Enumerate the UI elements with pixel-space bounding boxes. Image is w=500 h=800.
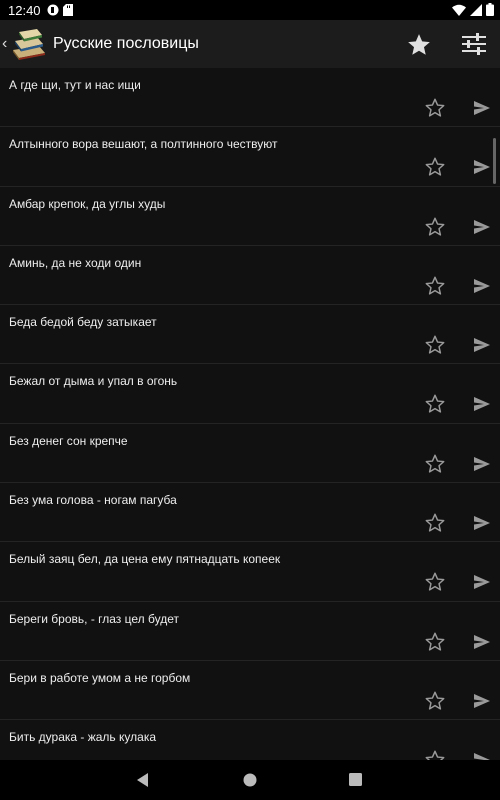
proverb-text: Беда бедой беду затыкает xyxy=(9,315,157,330)
proverb-text: Белый заяц бел, да цена ему пятнадцать к… xyxy=(9,552,281,567)
proverb-text: Алтынного вора вешают, а полтинного чест… xyxy=(9,137,278,152)
status-bar: 12:40 xyxy=(0,0,500,20)
proverb-text: Без ума голова - ногам пагуба xyxy=(9,493,177,508)
send-share-icon[interactable] xyxy=(473,574,491,590)
proverb-text: Бить дурака - жаль кулака xyxy=(9,730,156,745)
favorite-star-outline-icon[interactable] xyxy=(424,571,446,593)
screen: 12:40 ‹ Русские пословицы А где щи, тут … xyxy=(0,0,500,800)
send-share-icon[interactable] xyxy=(473,337,491,353)
send-share-icon[interactable] xyxy=(473,456,491,472)
send-share-icon[interactable] xyxy=(473,634,491,650)
app-notification-icon xyxy=(47,4,59,16)
app-title: Русские пословицы xyxy=(53,35,199,52)
proverb-text: Береги бровь, - глаз цел будет xyxy=(9,611,179,626)
status-icons-left xyxy=(47,4,73,16)
proverb-text: Без денег сон крепче xyxy=(9,433,128,448)
proverb-item[interactable]: Амбар крепок, да углы худы xyxy=(0,187,500,246)
status-time: 12:40 xyxy=(8,2,41,18)
chevron-left-icon[interactable]: ‹ xyxy=(2,34,7,54)
favorite-star-outline-icon[interactable] xyxy=(424,631,446,653)
proverb-text: Бери в работе умом а не горбом xyxy=(9,670,191,685)
proverb-text: А где щи, тут и нас ищи xyxy=(9,78,141,92)
favorite-star-outline-icon[interactable] xyxy=(424,334,446,356)
proverb-text: Амбар крепок, да углы худы xyxy=(9,196,166,211)
status-icons-right xyxy=(452,3,494,16)
proverb-item[interactable]: Береги бровь, - глаз цел будет xyxy=(0,602,500,661)
proverb-list[interactable]: А где щи, тут и нас ищи Алтынного вора ве… xyxy=(0,68,500,760)
nav-recents-icon[interactable] xyxy=(349,773,362,786)
proverb-item[interactable]: Беда бедой беду затыкает xyxy=(0,305,500,365)
books-logo[interactable] xyxy=(9,26,49,62)
filter-sliders-icon[interactable] xyxy=(460,31,488,57)
app-bar: ‹ Русские пословицы xyxy=(0,20,500,68)
favorite-star-outline-icon[interactable] xyxy=(424,512,446,534)
send-share-icon[interactable] xyxy=(473,219,491,235)
favorite-star-outline-icon[interactable] xyxy=(424,275,446,297)
proverb-item[interactable]: Алтынного вора вешают, а полтинного чест… xyxy=(0,127,500,187)
proverb-item[interactable]: А где щи, тут и нас ищи xyxy=(0,68,500,128)
proverb-item[interactable]: Бить дурака - жаль кулака xyxy=(0,720,500,760)
sd-card-icon xyxy=(62,4,73,16)
nav-bar xyxy=(0,760,500,800)
send-share-icon[interactable] xyxy=(473,159,491,175)
send-share-icon[interactable] xyxy=(473,100,491,116)
favorites-star-icon[interactable] xyxy=(406,32,432,58)
proverb-item[interactable]: Без денег сон крепче xyxy=(0,424,500,484)
proverb-item[interactable]: Бежал от дыма и упал в огонь xyxy=(0,364,500,424)
proverb-item[interactable]: Аминь, да не ходи один xyxy=(0,246,500,306)
proverb-text: Бежал от дыма и упал в огонь xyxy=(9,374,178,389)
send-share-icon[interactable] xyxy=(473,278,491,294)
favorite-star-outline-icon[interactable] xyxy=(424,393,446,415)
send-share-icon[interactable] xyxy=(473,515,491,531)
proverb-item[interactable]: Бери в работе умом а не горбом xyxy=(0,661,500,721)
send-share-icon[interactable] xyxy=(473,752,491,760)
proverb-item[interactable]: Без ума голова - ногам пагуба xyxy=(0,483,500,543)
nav-back-icon[interactable] xyxy=(135,772,151,788)
wifi-icon xyxy=(452,4,466,16)
send-share-icon[interactable] xyxy=(473,693,491,709)
favorite-star-outline-icon[interactable] xyxy=(424,156,446,178)
favorite-star-outline-icon[interactable] xyxy=(424,216,446,238)
proverb-item[interactable]: Белый заяц бел, да цена ему пятнадцать к… xyxy=(0,542,500,602)
proverb-text: Аминь, да не ходи один xyxy=(9,255,142,270)
favorite-star-outline-icon[interactable] xyxy=(424,749,446,760)
favorite-star-outline-icon[interactable] xyxy=(424,453,446,475)
battery-icon xyxy=(486,3,494,16)
send-share-icon[interactable] xyxy=(473,396,491,412)
favorite-star-outline-icon[interactable] xyxy=(424,690,446,712)
favorite-star-outline-icon[interactable] xyxy=(424,97,446,119)
nav-home-icon[interactable] xyxy=(243,773,257,787)
cellular-icon xyxy=(470,3,482,16)
